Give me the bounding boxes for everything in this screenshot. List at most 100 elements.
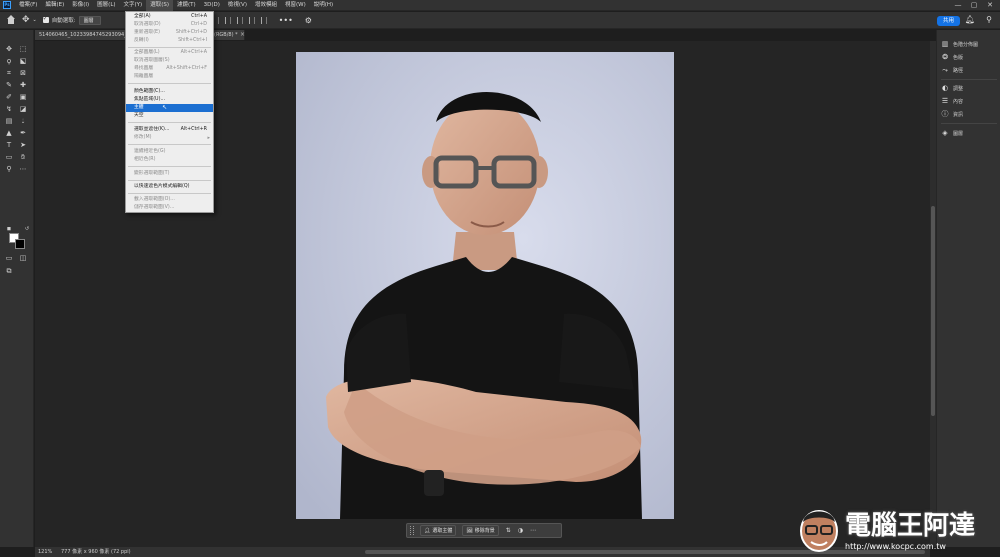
distribute-right-icon[interactable] <box>260 16 267 24</box>
menu-item-transform-selection[interactable]: 變形選取範圍(T) <box>126 170 213 178</box>
screen-mode-icon[interactable]: ◫ <box>18 253 28 263</box>
swap-colors-icon[interactable]: ↺ <box>22 224 32 234</box>
select-subject-button[interactable]: 👤︎ 選取主體 <box>420 525 457 536</box>
menu-item-modify[interactable]: 修改(M) ▸ <box>126 134 213 142</box>
menu-item-all[interactable]: 全部(A) Ctrl+A <box>126 13 213 21</box>
menu-help[interactable]: 說明(H) <box>310 0 337 11</box>
menu-item-load-selection[interactable]: 載入選取範圍(O)... <box>126 196 213 204</box>
menu-edit[interactable]: 編輯(E) <box>41 0 68 11</box>
panel-histogram[interactable]: ▥ 色階分佈圖 <box>941 40 978 48</box>
document-info[interactable]: 777 像素 x 960 像素 (72 ppi) <box>61 547 131 557</box>
menu-item-focus-area[interactable]: 焦點區域(U)... <box>126 96 213 104</box>
menu-item-similar[interactable]: 相近色(R) <box>126 156 213 164</box>
blur-tool-icon[interactable]: 💧︎ <box>18 116 28 126</box>
distribute-center-icon[interactable] <box>248 16 255 24</box>
auto-select-checkbox[interactable] <box>42 15 49 23</box>
shape-tool-icon[interactable]: ▭ <box>4 152 14 162</box>
menu-item-find-layers[interactable]: 尋找圖層 Alt+Shift+Ctrl+F <box>126 65 213 73</box>
menu-item-isolate-layers[interactable]: 隔離圖層 <box>126 73 213 81</box>
pen-tool-icon[interactable]: ✒ <box>18 128 28 138</box>
move-icon[interactable]: ✥ <box>22 15 30 25</box>
menu-item-sky[interactable]: 天空 <box>126 112 213 120</box>
vertical-scrollbar-thumb[interactable] <box>931 206 935 416</box>
menu-item-deselect[interactable]: 取消選取(D) Ctrl+D <box>126 21 213 29</box>
menu-plugins[interactable]: 增效模組 <box>251 0 281 11</box>
menu-item-label: 取消選取(D) <box>134 22 161 27</box>
eyedropper-tool-icon[interactable]: ✎ <box>4 80 14 90</box>
search-icon[interactable]: ⚲ <box>986 15 992 24</box>
minimize-button[interactable]: — <box>950 0 966 11</box>
zoom-level[interactable]: 121% <box>38 547 52 557</box>
histogram-icon: ▥ <box>941 40 949 48</box>
menu-image[interactable]: 影像(I) <box>68 0 93 11</box>
menu-item-quick-mask[interactable]: 以快速遮色片模式編輯(Q) <box>126 183 213 191</box>
portrait-photo[interactable] <box>296 52 674 519</box>
panel-paths[interactable]: ⤳ 路徑 <box>941 66 963 74</box>
healing-brush-tool-icon[interactable]: ✚ <box>18 80 28 90</box>
menu-filter[interactable]: 濾鏡(T) <box>173 0 200 11</box>
menu-item-color-range[interactable]: 顏色範圍(C)... <box>126 88 213 96</box>
transform-icon[interactable]: ⇅ <box>506 527 511 534</box>
menu-select[interactable]: 選取(S) <box>146 0 173 11</box>
panel-adjustments[interactable]: ◐ 調整 <box>941 84 963 92</box>
watermark-text: 電腦王阿達 <box>845 511 976 541</box>
menu-item-deselect-layers[interactable]: 取消選取圖層(S) <box>126 57 213 65</box>
default-colors-icon[interactable]: ◼ <box>4 224 14 234</box>
gear-icon[interactable]: ⚙ <box>305 16 312 25</box>
lasso-tool-icon[interactable]: ϙ <box>4 56 14 66</box>
menu-view[interactable]: 檢視(V) <box>224 0 251 11</box>
panel-info[interactable]: ⓘ 資訊 <box>941 110 964 118</box>
close-icon[interactable]: × <box>240 30 245 40</box>
panel-channels[interactable]: ❂ 色版 <box>941 53 963 61</box>
auto-select-dropdown[interactable]: 圖層 <box>78 15 101 25</box>
more-options-icon[interactable]: ••• <box>279 16 293 25</box>
panel-properties[interactable]: ☰ 內容 <box>941 97 963 105</box>
marquee-tool-icon[interactable]: ⬚ <box>18 44 28 54</box>
menu-item-save-selection[interactable]: 儲存選取範圍(V)... <box>126 204 213 212</box>
share-button[interactable]: 共用 <box>937 16 960 26</box>
move-tool-icon[interactable]: ✥ <box>4 44 14 54</box>
maximize-button[interactable]: ▢ <box>966 0 982 11</box>
adjust-icon[interactable]: ◑ <box>518 527 523 534</box>
gradient-tool-icon[interactable]: ▤ <box>4 116 14 126</box>
object-select-tool-icon[interactable]: ⬕ <box>18 56 28 66</box>
menu-item-subject[interactable]: 主體 ↖ <box>126 104 213 112</box>
menu-item-all-layers[interactable]: 全部圖層(L) Alt+Ctrl+A <box>126 49 213 57</box>
stamp-tool-icon[interactable]: ▣ <box>18 92 28 102</box>
type-tool-icon[interactable]: T <box>4 140 14 150</box>
panel-layers[interactable]: ◈ 圖層 <box>941 129 963 137</box>
more-icon[interactable]: ⋯ <box>530 527 536 534</box>
quick-mask-icon[interactable]: ▭ <box>4 253 14 263</box>
menu-item-grow[interactable]: 連續相近色(G) <box>126 148 213 156</box>
dodge-tool-icon[interactable]: ▲ <box>4 128 14 138</box>
hand-tool-icon[interactable]: ✋︎ <box>18 152 28 162</box>
menu-file[interactable]: 檔案(F) <box>15 0 41 11</box>
menu-item-inverse[interactable]: 反轉(I) Shift+Ctrl+I <box>126 37 213 45</box>
menu-type[interactable]: 文字(Y) <box>120 0 147 11</box>
path-select-tool-icon[interactable]: ➤ <box>18 140 28 150</box>
drag-handle[interactable] <box>410 526 414 535</box>
menu-window[interactable]: 視窗(W) <box>281 0 310 11</box>
bell-icon[interactable]: 🔔︎ <box>965 15 975 24</box>
more-tools-icon[interactable]: ⋯ <box>18 164 28 174</box>
close-window-button[interactable]: ✕ <box>982 0 998 11</box>
brush-tool-icon[interactable]: ✐ <box>4 92 14 102</box>
chevron-down-icon[interactable]: ⌄ <box>33 17 37 23</box>
menu-item-select-and-mask[interactable]: 選取並遮住(K)... Alt+Ctrl+R <box>126 126 213 134</box>
history-brush-tool-icon[interactable]: ↯ <box>4 104 14 114</box>
panel-info-label: 資訊 <box>953 111 964 118</box>
edit-toolbar-icon[interactable]: ⧉ <box>4 266 14 276</box>
zoom-tool-icon[interactable]: ⚲ <box>4 164 14 174</box>
photoshop-logo-icon: Ps <box>3 1 11 9</box>
remove-background-button[interactable]: 🖼︎ 移除背景 <box>462 525 499 536</box>
menu-layer[interactable]: 圖層(L) <box>93 0 119 11</box>
menu-3d[interactable]: 3D(D) <box>200 0 224 11</box>
frame-tool-icon[interactable]: ⊠ <box>18 68 28 78</box>
distribute-left-icon[interactable] <box>236 16 243 24</box>
crop-tool-icon[interactable]: ⌗ <box>4 68 14 78</box>
background-color-swatch[interactable] <box>15 239 25 249</box>
menu-item-reselect[interactable]: 重新選取(E) Shift+Ctrl+D <box>126 29 213 37</box>
home-icon[interactable] <box>6 15 16 25</box>
align-right-icon[interactable] <box>224 16 231 24</box>
eraser-tool-icon[interactable]: ◪ <box>18 104 28 114</box>
